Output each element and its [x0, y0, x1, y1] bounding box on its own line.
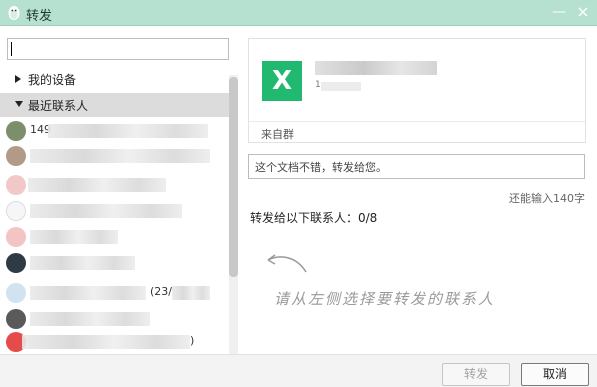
- file-card: X 1 来自群: [248, 38, 586, 143]
- redacted-text: [321, 82, 361, 91]
- avatar: [6, 121, 26, 141]
- contact-name: (23/: [150, 285, 172, 298]
- contact-item[interactable]: [0, 251, 229, 275]
- redacted-text: [172, 286, 210, 300]
- contact-item[interactable]: (23/: [0, 281, 229, 305]
- contact-item[interactable]: [0, 225, 229, 249]
- group-recent-contacts[interactable]: 最近联系人: [0, 93, 229, 117]
- contact-item[interactable]: [0, 144, 229, 168]
- file-source: 来自群: [261, 128, 294, 141]
- avatar: [6, 175, 26, 195]
- avatar: [6, 227, 26, 247]
- redacted-text: [28, 178, 166, 192]
- avatar: [6, 309, 26, 329]
- contact-item[interactable]: 149: [0, 119, 229, 143]
- contact-item[interactable]: [0, 307, 229, 331]
- redacted-text: [48, 124, 208, 138]
- contact-item[interactable]: ): [0, 330, 229, 354]
- select-contact-hint: 请从左侧选择要转发的联系人: [274, 290, 496, 308]
- title-bar: 转发 — ×: [0, 0, 597, 26]
- redacted-text: [30, 286, 146, 300]
- avatar: [6, 283, 26, 303]
- search-input[interactable]: [7, 38, 229, 60]
- avatar: [6, 201, 26, 221]
- close-button[interactable]: ×: [574, 3, 592, 21]
- contact-panel: 我的设备 最近联系人 149 (23/ ): [0, 27, 244, 355]
- message-input[interactable]: 这个文档不错，转发给您。: [248, 154, 585, 179]
- forward-button[interactable]: 转发: [442, 363, 510, 386]
- group-label: 我的设备: [28, 73, 77, 87]
- file-size: 1: [315, 80, 321, 90]
- excel-file-icon: X: [262, 61, 302, 101]
- redacted-text: [30, 149, 210, 163]
- button-bar: 转发 取消: [0, 354, 597, 387]
- group-my-devices[interactable]: 我的设备: [0, 67, 229, 91]
- redacted-text: [30, 230, 118, 244]
- file-name-redacted: [315, 61, 437, 75]
- redacted-text: [30, 256, 135, 270]
- caret-right-icon: [15, 75, 21, 83]
- qq-penguin-icon: [8, 6, 20, 20]
- contact-item[interactable]: [0, 173, 229, 197]
- contact-name: ): [190, 334, 195, 347]
- caret-down-icon: [15, 101, 23, 107]
- divider: [249, 121, 585, 122]
- redacted-text: [30, 204, 182, 218]
- group-label: 最近联系人: [28, 99, 89, 113]
- char-remaining: 还能输入140字: [509, 192, 585, 205]
- text-caret: [11, 42, 12, 56]
- avatar: [6, 253, 26, 273]
- cancel-button[interactable]: 取消: [521, 363, 589, 386]
- curved-arrow-icon: [267, 254, 307, 273]
- window-title: 转发: [26, 9, 53, 24]
- redacted-text: [22, 335, 190, 349]
- avatar: [6, 146, 26, 166]
- scrollbar-thumb[interactable]: [229, 77, 238, 277]
- forward-to-count: 转发给以下联系人：0/8: [250, 211, 378, 225]
- redacted-text: [30, 312, 150, 326]
- minimize-button[interactable]: —: [550, 3, 568, 21]
- contact-item[interactable]: [0, 199, 229, 223]
- scrollbar[interactable]: [229, 75, 238, 355]
